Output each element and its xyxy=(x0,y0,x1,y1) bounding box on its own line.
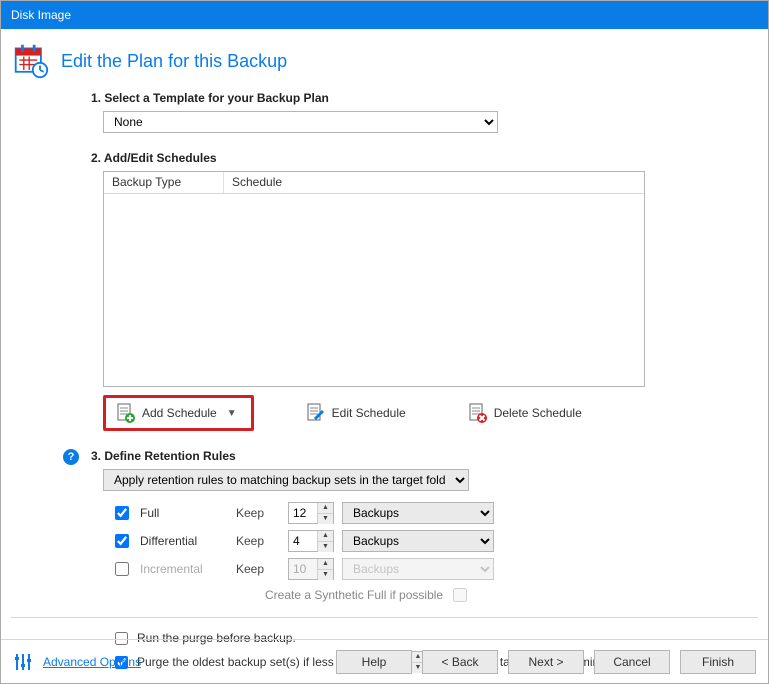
wizard-content: Edit the Plan for this Backup 1. Select … xyxy=(1,29,768,674)
document-delete-icon xyxy=(468,403,488,423)
cancel-button[interactable]: Cancel xyxy=(594,650,670,674)
help-button[interactable]: Help xyxy=(336,650,412,674)
page-header: Edit the Plan for this Backup xyxy=(13,43,758,79)
spin-up-icon[interactable]: ▲ xyxy=(318,531,333,542)
incremental-unit-select: Backups xyxy=(342,558,494,580)
page-title: Edit the Plan for this Backup xyxy=(61,51,287,72)
full-checkbox[interactable] xyxy=(115,506,129,520)
chevron-down-icon: ▼ xyxy=(227,408,237,419)
incremental-label: Incremental xyxy=(140,562,228,576)
spin-down-icon[interactable]: ▼ xyxy=(318,514,333,524)
schedule-actions: Add Schedule ▼ Edit Schedule xyxy=(103,395,758,431)
window-titlebar: Disk Image xyxy=(1,1,768,29)
section3-label: ? 3. Define Retention Rules xyxy=(91,449,758,463)
full-keep-label: Keep xyxy=(236,506,280,520)
template-select[interactable]: None xyxy=(103,111,498,133)
document-plus-icon xyxy=(116,403,136,423)
incremental-count-input xyxy=(289,559,317,579)
incremental-keep-label: Keep xyxy=(236,562,280,576)
edit-schedule-label: Edit Schedule xyxy=(332,406,406,420)
schedule-table: Backup Type Schedule xyxy=(103,171,645,387)
differential-count-spinner[interactable]: ▲▼ xyxy=(288,530,334,552)
section2-label: 2. Add/Edit Schedules xyxy=(91,151,758,165)
retention-row-incremental: Incremental Keep ▲▼ Backups xyxy=(111,555,758,583)
delete-schedule-label: Delete Schedule xyxy=(494,406,582,420)
sliders-icon xyxy=(13,652,33,672)
section1-label: 1. Select a Template for your Backup Pla… xyxy=(91,91,758,105)
wizard-footer: Advanced Options Help < Back Next > Canc… xyxy=(1,639,768,683)
calendar-clock-icon xyxy=(13,43,49,79)
add-schedule-button[interactable]: Add Schedule ▼ xyxy=(103,395,254,431)
synthetic-label: Create a Synthetic Full if possible xyxy=(265,588,443,602)
differential-count-input[interactable] xyxy=(289,531,317,551)
retention-row-full: Full Keep ▲▼ Backups xyxy=(111,499,758,527)
spin-up-icon[interactable]: ▲ xyxy=(318,503,333,514)
table-header: Backup Type Schedule xyxy=(104,172,644,194)
document-edit-icon xyxy=(306,403,326,423)
spin-down-icon[interactable]: ▼ xyxy=(318,542,333,552)
help-icon[interactable]: ? xyxy=(63,449,79,465)
full-unit-select[interactable]: Backups xyxy=(342,502,494,524)
full-label: Full xyxy=(140,506,228,520)
next-button[interactable]: Next > xyxy=(508,650,584,674)
differential-keep-label: Keep xyxy=(236,534,280,548)
window-title: Disk Image xyxy=(11,8,71,22)
add-schedule-label: Add Schedule xyxy=(142,406,217,420)
edit-schedule-button[interactable]: Edit Schedule xyxy=(296,397,416,429)
delete-schedule-button[interactable]: Delete Schedule xyxy=(458,397,592,429)
differential-checkbox[interactable] xyxy=(115,534,129,548)
retention-row-differential: Differential Keep ▲▼ Backups xyxy=(111,527,758,555)
differential-unit-select[interactable]: Backups xyxy=(342,530,494,552)
retention-scope-select[interactable]: Apply retention rules to matching backup… xyxy=(103,469,469,491)
spin-up-icon: ▲ xyxy=(318,559,333,570)
differential-label: Differential xyxy=(140,534,228,548)
synthetic-checkbox xyxy=(453,588,467,602)
column-schedule[interactable]: Schedule xyxy=(224,172,644,193)
divider xyxy=(11,617,758,618)
spin-down-icon: ▼ xyxy=(318,570,333,580)
finish-button[interactable]: Finish xyxy=(680,650,756,674)
advanced-options-link[interactable]: Advanced Options xyxy=(43,655,141,669)
synthetic-row: Create a Synthetic Full if possible xyxy=(111,585,758,605)
column-backup-type[interactable]: Backup Type xyxy=(104,172,224,193)
back-button[interactable]: < Back xyxy=(422,650,498,674)
full-count-spinner[interactable]: ▲▼ xyxy=(288,502,334,524)
incremental-checkbox[interactable] xyxy=(115,562,129,576)
incremental-count-spinner: ▲▼ xyxy=(288,558,334,580)
full-count-input[interactable] xyxy=(289,503,317,523)
